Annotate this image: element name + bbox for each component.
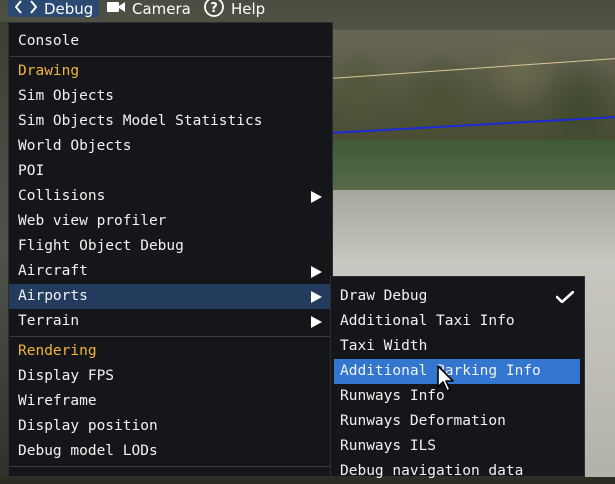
- question-circle-icon: ?: [203, 0, 225, 21]
- submenu-item-draw-debug[interactable]: Draw Debug: [331, 284, 584, 309]
- menubar-camera[interactable]: Camera: [106, 0, 191, 18]
- submenu-arrow-icon: [311, 191, 322, 203]
- menubar-debug[interactable]: Debug: [8, 0, 99, 18]
- menu-item-collisions[interactable]: Collisions: [9, 184, 332, 209]
- submenu-item-taxi-width[interactable]: Taxi Width: [331, 334, 584, 359]
- submenu-arrow-icon: [311, 266, 322, 278]
- menu-item-wireframe[interactable]: Wireframe: [9, 389, 332, 414]
- menu-item-debug-model-lods[interactable]: Debug model LODs: [9, 439, 332, 464]
- menu-item-display-position[interactable]: Display position: [9, 414, 332, 439]
- menu-item-aircraft-label: Aircraft: [18, 263, 88, 279]
- menu-separator: [10, 336, 331, 337]
- video-camera-icon: [106, 0, 126, 18]
- debug-menu: Console Drawing Sim Objects Sim Objects …: [8, 22, 333, 477]
- submenu-item-additional-taxi-info[interactable]: Additional Taxi Info: [331, 309, 584, 334]
- svg-text:?: ?: [210, 1, 218, 16]
- menu-separator: [10, 56, 331, 57]
- section-header-drawing: Drawing: [18, 63, 80, 79]
- checkmark-icon: [556, 291, 574, 303]
- menu-item-flight-object-debug[interactable]: Flight Object Debug: [9, 234, 332, 259]
- menu-item-aircraft[interactable]: Aircraft: [9, 259, 332, 284]
- submenu-item-additional-parking-info[interactable]: Additional Parking Info: [334, 359, 580, 384]
- menu-item-airports-label: Airports: [18, 288, 88, 304]
- menu-item-airports[interactable]: Airports: [9, 284, 332, 309]
- menu-separator: [10, 466, 331, 467]
- airports-submenu: Draw Debug Additional Taxi Info Taxi Wid…: [330, 276, 585, 479]
- menu-item-poi[interactable]: POI: [9, 159, 332, 184]
- menu-item-terrain[interactable]: Terrain: [9, 309, 332, 334]
- submenu-arrow-icon: [311, 316, 322, 328]
- code-brackets-icon: [14, 0, 38, 18]
- menu-item-display-fps[interactable]: Display FPS: [9, 364, 332, 389]
- top-menubar: Debug Camera ? Help: [0, 0, 615, 18]
- menubar-camera-label: Camera: [132, 0, 191, 18]
- section-header-rendering: Rendering: [18, 343, 97, 359]
- menu-item-web-view-profiler[interactable]: Web view profiler: [9, 209, 332, 234]
- submenu-item-runways-deformation[interactable]: Runways Deformation: [331, 409, 584, 434]
- menu-item-collisions-label: Collisions: [18, 188, 106, 204]
- menu-item-terrain-label: Terrain: [18, 313, 80, 329]
- menu-item-sim-objects[interactable]: Sim Objects: [9, 84, 332, 109]
- mouse-pointer-icon: [437, 365, 454, 392]
- submenu-item-draw-debug-label: Draw Debug: [340, 288, 428, 304]
- submenu-item-runways-ils[interactable]: Runways ILS: [331, 434, 584, 459]
- menubar-debug-label: Debug: [44, 0, 94, 18]
- menu-item-console[interactable]: Console: [9, 29, 332, 54]
- menubar-help-label: Help: [231, 0, 266, 18]
- menu-item-world-objects[interactable]: World Objects: [9, 134, 332, 159]
- menubar-help[interactable]: ? Help: [203, 0, 266, 18]
- submenu-item-debug-navigation-data[interactable]: Debug navigation data: [331, 459, 584, 484]
- submenu-item-runways-info[interactable]: Runways Info: [331, 384, 584, 409]
- menu-item-sim-objects-model-statistics[interactable]: Sim Objects Model Statistics: [9, 109, 332, 134]
- submenu-arrow-icon: [311, 291, 322, 303]
